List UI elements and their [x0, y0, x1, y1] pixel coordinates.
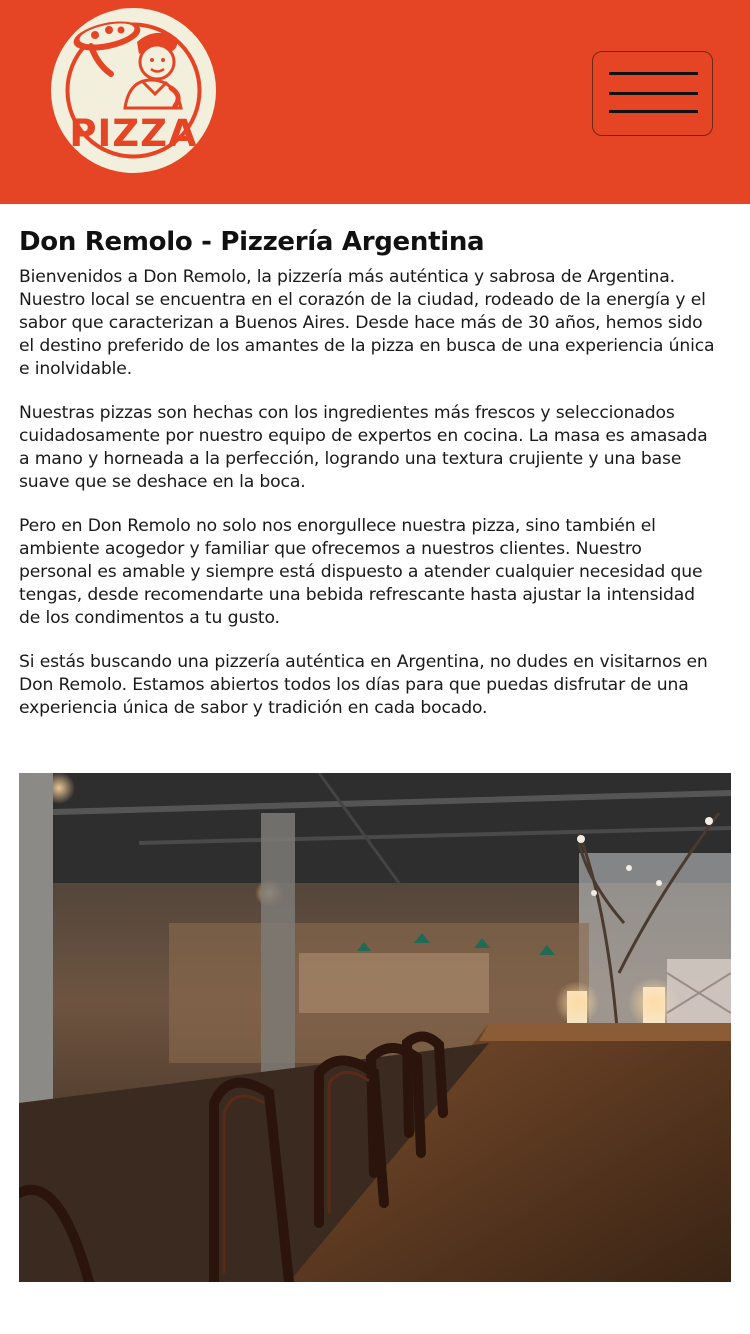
ingredients-paragraph: Nuestras pizzas son hechas con los ingre…	[19, 403, 708, 492]
page-title: Don Remolo - Pizzería Argentina	[19, 227, 485, 257]
pizza-logo[interactable]: PIZZA	[51, 8, 216, 173]
restaurant-interior-image	[19, 773, 731, 1282]
restaurant-interior-photo	[19, 773, 731, 1282]
site-header: PIZZA	[0, 0, 750, 204]
logo-wordmark: PIZZA	[69, 112, 198, 155]
main-content: Don Remolo - Pizzería Argentina Bienveni…	[19, 222, 719, 741]
menu-bar-bottom	[609, 110, 698, 113]
hamburger-menu-button[interactable]	[592, 51, 713, 136]
ambience-paragraph: Pero en Don Remolo no solo nos enorgulle…	[19, 516, 703, 628]
menu-bar-top	[609, 72, 698, 75]
menu-bar-middle	[609, 92, 698, 95]
visit-paragraph: Si estás buscando una pizzería auténtica…	[19, 652, 708, 718]
intro-paragraph: Bienvenidos a Don Remolo, la pizzería má…	[19, 267, 715, 379]
